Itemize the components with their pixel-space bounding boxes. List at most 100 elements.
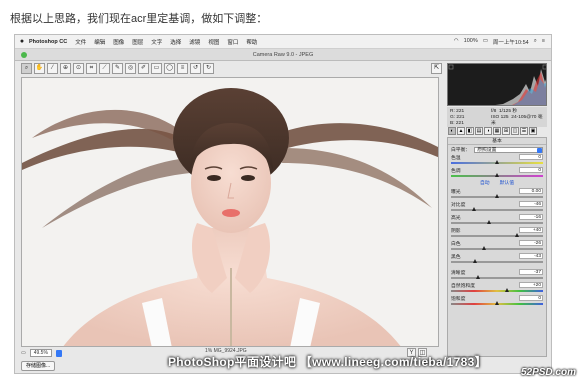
slider-value-input[interactable]: 0 <box>519 167 543 173</box>
slider-value-input[interactable]: 0.00 <box>519 188 543 194</box>
red-label: R: <box>450 109 455 114</box>
menu-list-icon[interactable]: ≡ <box>542 38 545 46</box>
slider-thumb[interactable] <box>495 173 499 177</box>
red-eye-icon[interactable]: ◎ <box>125 63 136 74</box>
white-balance-icon[interactable]: ⁄ <box>47 63 58 74</box>
menu-help[interactable]: 帮助 <box>246 38 257 46</box>
zoom-select[interactable]: 49.5% <box>29 349 52 357</box>
panel-tab-8-icon[interactable]: ◫ <box>511 127 519 135</box>
default-link[interactable]: 默认值 <box>500 180 514 188</box>
crop-icon[interactable]: ⌗ <box>86 63 97 74</box>
menu-window[interactable]: 窗口 <box>227 38 238 46</box>
slider-track[interactable] <box>451 277 543 279</box>
panel-tab-7-icon[interactable]: ⊞ <box>502 127 510 135</box>
rotate-cw-icon[interactable]: ↻ <box>203 63 214 74</box>
slider-thumb[interactable] <box>472 207 477 211</box>
slider-value-input[interactable]: +20 <box>519 282 543 288</box>
slider-row: 清晰度 -37 <box>448 269 546 282</box>
save-image-button[interactable]: 存储图像... <box>21 361 56 371</box>
slider-track[interactable] <box>451 248 543 250</box>
menu-file[interactable]: 文件 <box>75 38 86 46</box>
shadow-clip-icon[interactable] <box>448 64 454 70</box>
spot-removal-icon[interactable]: ✎ <box>112 63 123 74</box>
panel-tab-10-icon[interactable]: ▣ <box>529 127 537 135</box>
battery-icon[interactable]: ▭ <box>483 38 488 46</box>
white-balance-select[interactable]: 原照设置 <box>474 146 543 153</box>
panel-tab-3-icon[interactable]: ◧ <box>466 127 474 135</box>
radial-filter-icon[interactable]: ◯ <box>164 63 175 74</box>
apple-icon[interactable]: ● <box>15 38 29 45</box>
search-icon[interactable]: ⌕ <box>534 38 537 46</box>
panel-tab-1-icon[interactable]: ◐ <box>448 127 456 135</box>
menu-edit[interactable]: 编辑 <box>94 38 105 46</box>
graduated-filter-icon[interactable]: ▭ <box>151 63 162 74</box>
panel-tab-4-icon[interactable]: ▤ <box>475 127 483 135</box>
menu-type[interactable]: 文字 <box>151 38 162 46</box>
hand-icon[interactable]: ✋ <box>34 63 45 74</box>
rotate-ccw-icon[interactable]: ↺ <box>190 63 201 74</box>
slider-track[interactable] <box>451 290 543 292</box>
slider-value-input[interactable]: 0 <box>519 295 543 301</box>
slider-row: 色温 0 <box>448 154 546 167</box>
slider-thumb[interactable] <box>495 160 499 164</box>
panel-tab-9-icon[interactable]: ☰ <box>520 127 528 135</box>
menu-filter[interactable]: 滤镜 <box>189 38 200 46</box>
menu-layer[interactable]: 图层 <box>132 38 143 46</box>
slider-label: 黑色 <box>451 255 461 260</box>
panel-tab-5-icon[interactable]: ◑ <box>484 127 492 135</box>
highlight-clip-icon[interactable] <box>542 64 547 70</box>
histogram-graph <box>448 64 547 105</box>
straighten-icon[interactable]: ⟋ <box>99 63 110 74</box>
zoom-out-icon[interactable]: ▭ <box>21 350 26 356</box>
zoom-icon[interactable]: ⌕ <box>21 63 32 74</box>
slider-row: 色调 0 <box>448 167 546 180</box>
photo-preview[interactable] <box>21 77 439 347</box>
slider-label: 色调 <box>451 169 461 174</box>
menu-view[interactable]: 视图 <box>208 38 219 46</box>
clock: 周一上午10:54 <box>492 40 529 46</box>
slider-row: 高光 -16 <box>448 214 546 227</box>
slider-label: 高光 <box>451 216 461 221</box>
adjustment-brush-icon[interactable]: ✐ <box>138 63 149 74</box>
battery-level: 100% <box>463 38 478 44</box>
slider-list: 色温 0 色调 0 自动 默认值 曝光 0.00 对比度 -46 高光 -16 阴影 +40 白色 -26 黑色… <box>448 154 546 308</box>
slider-track[interactable] <box>451 209 543 211</box>
slider-thumb[interactable] <box>495 194 499 198</box>
slider-thumb[interactable] <box>487 220 492 224</box>
slider-value-input[interactable]: -43 <box>519 253 543 259</box>
menu-image[interactable]: 图像 <box>113 38 124 46</box>
wifi-icon[interactable]: ◠ <box>454 38 459 46</box>
slider-track[interactable] <box>451 235 543 237</box>
slider-label: 自然饱和度 <box>451 284 475 289</box>
slider-thumb[interactable] <box>482 246 487 250</box>
panel-tab-2-icon[interactable]: ▲ <box>457 127 465 135</box>
slider-track[interactable] <box>451 261 543 263</box>
watermark: PhotoShop平面设计吧 【www.lineeg.com/tieba/178… <box>168 355 487 369</box>
auto-link[interactable]: 自动 <box>480 180 490 188</box>
slider-thumb[interactable] <box>504 288 509 292</box>
menu-app[interactable]: Photoshop CC <box>29 39 67 45</box>
color-sampler-icon[interactable]: ⊕ <box>60 63 71 74</box>
slider-value-input[interactable]: -26 <box>519 240 543 246</box>
shutter-speed: 1/125 秒 <box>499 109 518 114</box>
slider-value-input[interactable]: 0 <box>519 154 543 160</box>
panel-tab-6-icon[interactable]: ▦ <box>493 127 501 135</box>
slider-value-input[interactable]: +40 <box>519 227 543 233</box>
slider-row: 曝光 0.00 <box>448 188 546 201</box>
fullscreen-icon[interactable]: ⇱ <box>431 63 442 74</box>
slider-row: 白色 -26 <box>448 240 546 253</box>
slider-value-input[interactable]: -16 <box>519 214 543 220</box>
slider-thumb[interactable] <box>514 233 519 237</box>
slider-value-input[interactable]: -37 <box>519 269 543 275</box>
screenshot-frame: ● Photoshop CC 文件 编辑 图像 图层 文字 选择 滤镜 视图 窗… <box>14 34 552 374</box>
slider-thumb[interactable] <box>476 275 481 279</box>
menu-select[interactable]: 选择 <box>170 38 181 46</box>
zoom-dropdown-icon[interactable] <box>55 349 62 357</box>
preferences-icon[interactable]: ≡ <box>177 63 188 74</box>
slider-value-input[interactable]: -46 <box>519 201 543 207</box>
window-zoom-button[interactable] <box>21 52 27 58</box>
slider-thumb[interactable] <box>495 301 499 305</box>
slider-thumb[interactable] <box>473 259 478 263</box>
target-adjust-icon[interactable]: ⊙ <box>73 63 84 74</box>
slider-track[interactable] <box>451 222 543 224</box>
